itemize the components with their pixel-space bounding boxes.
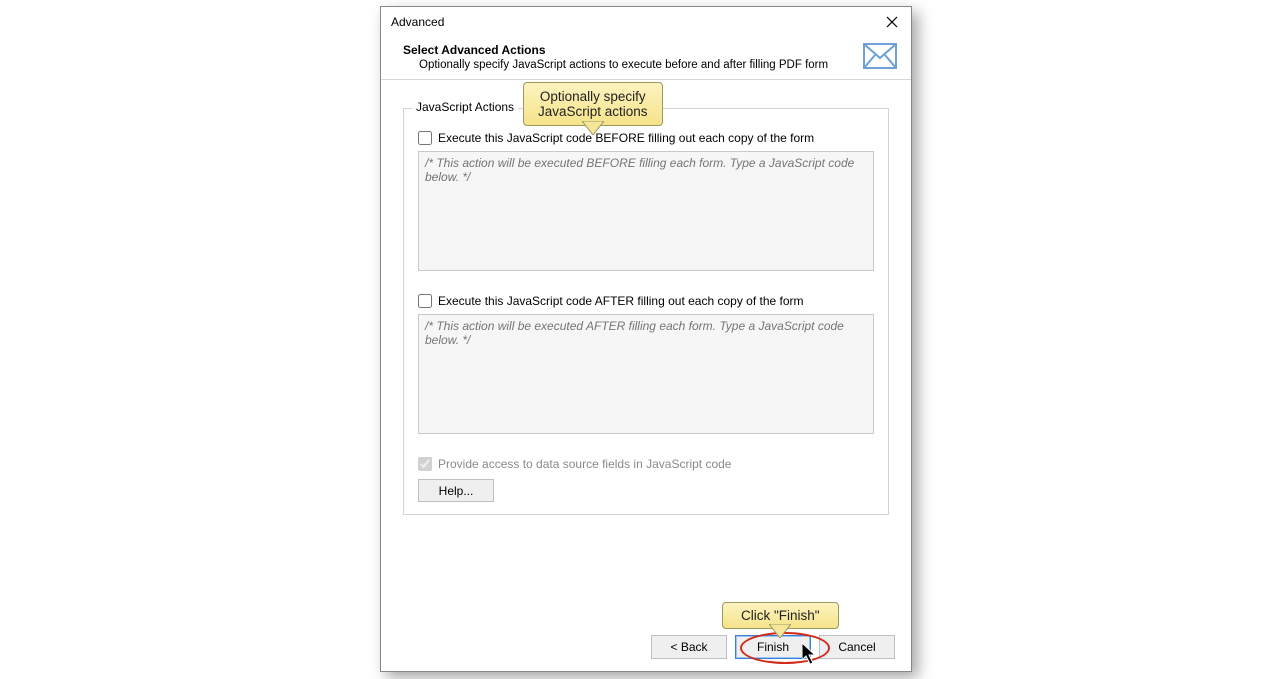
provide-access-checkbox — [418, 457, 432, 471]
back-button[interactable]: < Back — [651, 635, 727, 659]
callout-top: Optionally specify JavaScript actions — [523, 82, 663, 126]
close-icon — [886, 16, 898, 28]
callout-bottom: Click "Finish" — [722, 602, 839, 629]
callout-top-line1: Optionally specify — [540, 89, 646, 104]
callout-pointer-icon — [769, 624, 791, 641]
wizard-subheading: Optionally specify JavaScript actions to… — [419, 59, 828, 71]
after-checkbox-row[interactable]: Execute this JavaScript code AFTER filli… — [418, 294, 874, 308]
provide-access-row: Provide access to data source fields in … — [418, 457, 874, 471]
close-button[interactable] — [881, 11, 903, 33]
dialog-title: Advanced — [391, 15, 444, 29]
after-checkbox[interactable] — [418, 294, 432, 308]
before-checkbox[interactable] — [418, 131, 432, 145]
javascript-actions-group: JavaScript Actions Execute this JavaScri… — [403, 108, 889, 515]
before-checkbox-label: Execute this JavaScript code BEFORE fill… — [438, 131, 814, 145]
callout-bottom-text: Click "Finish" — [741, 608, 820, 623]
before-code-textarea[interactable] — [418, 151, 874, 271]
titlebar: Advanced — [381, 7, 911, 37]
help-button[interactable]: Help... — [418, 479, 494, 502]
envelope-icon — [863, 43, 897, 72]
before-checkbox-row[interactable]: Execute this JavaScript code BEFORE fill… — [418, 131, 874, 145]
provide-access-label: Provide access to data source fields in … — [438, 457, 731, 471]
callout-pointer-icon — [582, 121, 604, 138]
dialog-body: JavaScript Actions Execute this JavaScri… — [381, 80, 911, 523]
group-legend: JavaScript Actions — [412, 100, 518, 114]
after-checkbox-label: Execute this JavaScript code AFTER filli… — [438, 294, 804, 308]
after-code-textarea[interactable] — [418, 314, 874, 434]
callout-top-line2: JavaScript actions — [538, 104, 648, 119]
wizard-heading: Select Advanced Actions — [403, 43, 828, 57]
cancel-button[interactable]: Cancel — [819, 635, 895, 659]
wizard-header: Select Advanced Actions Optionally speci… — [381, 37, 911, 80]
